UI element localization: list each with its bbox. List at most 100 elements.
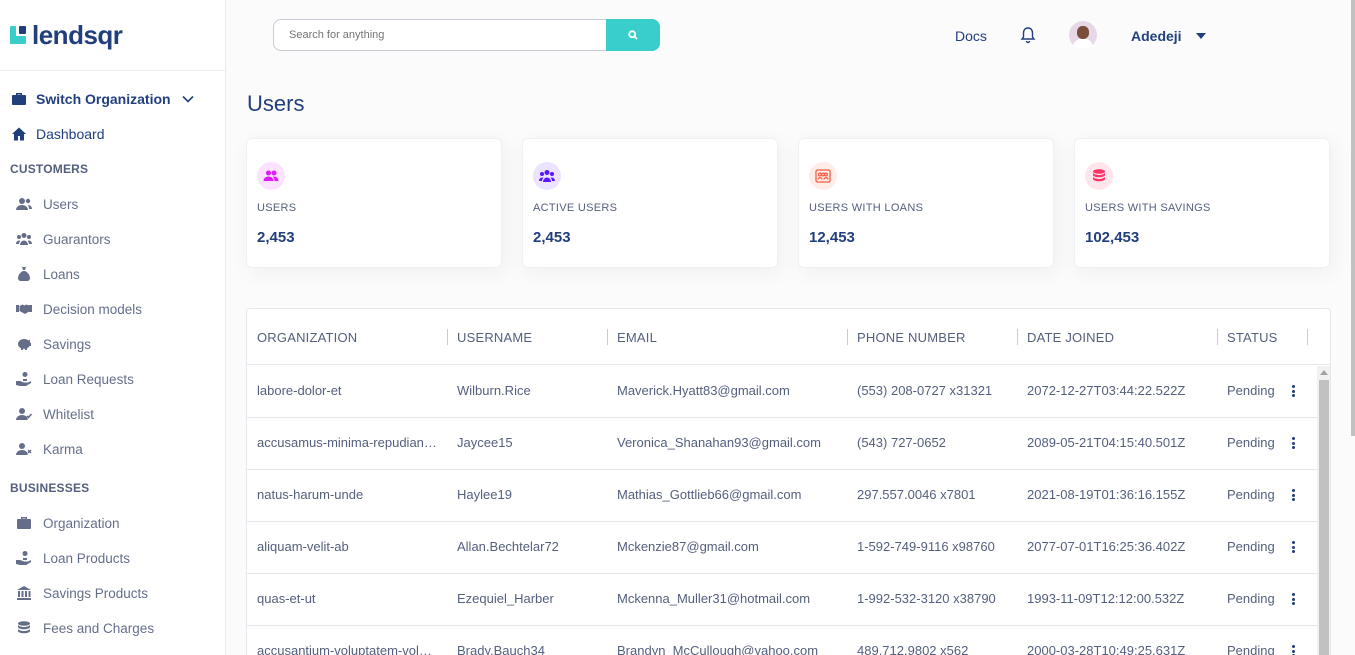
row-actions-kebab-icon[interactable]: [1287, 435, 1299, 451]
stat-value: 2,453: [257, 229, 295, 246]
user-menu-caret-icon[interactable]: [1196, 33, 1206, 39]
cell-username: Jaycee15: [457, 435, 513, 450]
piggy-bank-icon: [15, 335, 33, 353]
cell-phone-number: (543) 727-0652: [857, 435, 946, 450]
switch-organization-dropdown[interactable]: Switch Organization: [10, 90, 197, 108]
docs-link[interactable]: Docs: [955, 28, 987, 44]
cell-organization: accusantium-voluptatem-voluptas: [257, 643, 437, 655]
chevron-down-icon: [179, 90, 197, 108]
briefcase-icon: [15, 514, 33, 532]
stat-value: 102,453: [1085, 229, 1140, 246]
sidebar-item-loan-products[interactable]: Loan Products: [15, 549, 130, 567]
lendsqr-logo[interactable]: lendsqr: [10, 19, 123, 50]
column-header-phone-number[interactable]: PHONE NUMBER: [857, 330, 966, 345]
sidebar-item-label: Decision models: [43, 301, 143, 317]
sidebar-item-loans[interactable]: Loans: [15, 265, 80, 283]
scroll-up-arrow-icon[interactable]: [1320, 370, 1328, 375]
row-actions-kebab-icon[interactable]: [1287, 383, 1299, 399]
sidebar-item-label: Loans: [43, 266, 80, 282]
row-actions-kebab-icon[interactable]: [1287, 539, 1299, 555]
cell-date-joined: 2072-12-27T03:44:22.522Z: [1027, 383, 1186, 398]
sidebar-item-karma[interactable]: Karma: [15, 440, 83, 458]
stat-label: ACTIVE USERS: [533, 202, 618, 214]
user-name[interactable]: Adedeji: [1131, 28, 1182, 44]
column-divider: [1307, 329, 1308, 345]
sidebar: lendsqr Switch Organization Dashboard CU…: [0, 0, 226, 655]
page-title: Users: [247, 91, 305, 116]
section-title-customers: CUSTOMERS: [10, 162, 89, 176]
table-row[interactable]: accusamus-minima-repudiandae Jaycee15 Ve…: [247, 418, 1317, 470]
row-actions-kebab-icon[interactable]: [1287, 487, 1299, 503]
column-header-date-joined[interactable]: DATE JOINED: [1027, 330, 1114, 345]
sidebar-item-fees-and-charges[interactable]: Fees and Charges: [15, 619, 154, 637]
sidebar-item-savings-products[interactable]: Savings Products: [15, 584, 148, 602]
logo-text: lendsqr: [32, 19, 123, 50]
sidebar-item-users[interactable]: Users: [15, 195, 78, 213]
column-header-organization[interactable]: ORGANIZATION: [257, 330, 357, 345]
home-icon: [10, 125, 28, 143]
search-icon: [628, 30, 638, 40]
cell-organization: aliquam-velit-ab: [257, 539, 349, 554]
sidebar-item-decision-models[interactable]: Decision models: [15, 300, 142, 318]
search-button[interactable]: [606, 19, 660, 51]
stat-value: 2,453: [533, 229, 571, 246]
logo-mark-icon: [10, 26, 26, 44]
sidebar-item-savings[interactable]: Savings: [15, 335, 91, 353]
sidebar-item-organization[interactable]: Organization: [15, 514, 120, 532]
table-row[interactable]: natus-harum-unde Haylee19 Mathias_Gottli…: [247, 470, 1317, 522]
avatar[interactable]: [1069, 21, 1097, 49]
table-scrollbar-thumb[interactable]: [1319, 380, 1329, 655]
page-scrollbar[interactable]: [1351, 0, 1355, 436]
sidebar-item-label: Savings: [43, 336, 92, 352]
column-header-status[interactable]: STATUS: [1227, 330, 1278, 345]
sidebar-item-label: Fees and Charges: [43, 620, 155, 636]
cell-status: Pending: [1227, 591, 1275, 606]
notification-bell-icon[interactable]: [1020, 26, 1036, 44]
stat-card-users: USERS 2,453: [246, 138, 502, 268]
cell-organization: accusamus-minima-repudiandae: [257, 435, 437, 450]
bank-icon: [15, 584, 33, 602]
column-header-username[interactable]: USERNAME: [457, 330, 532, 345]
loan-request-icon: [15, 549, 33, 567]
sidebar-item-dashboard[interactable]: Dashboard: [10, 125, 105, 143]
sidebar-item-label: Users: [43, 196, 79, 212]
sidebar-item-loan-requests[interactable]: Loan Requests: [15, 370, 134, 388]
search-input[interactable]: [273, 19, 606, 51]
sidebar-item-guarantors[interactable]: Guarantors: [15, 230, 111, 248]
cell-email: Mckenna_Muller31@hotmail.com: [617, 591, 811, 606]
cell-username: Wilburn.Rice: [457, 383, 531, 398]
cell-organization: labore-dolor-et: [257, 383, 342, 398]
column-divider: [1217, 329, 1218, 345]
column-header-email[interactable]: EMAIL: [617, 330, 657, 345]
stat-card-active-users: ACTIVE USERS 2,453: [522, 138, 778, 268]
cell-email: Mathias_Gottlieb66@gmail.com: [617, 487, 802, 502]
table-row[interactable]: accusantium-voluptatem-voluptas Brady.Ba…: [247, 626, 1317, 655]
cell-status: Pending: [1227, 643, 1275, 655]
table-scrollbar[interactable]: [1317, 366, 1330, 655]
users-icon: [15, 195, 33, 213]
user-check-icon: [15, 405, 33, 423]
sidebar-item-label: Loan Requests: [43, 371, 134, 387]
stat-card-users-with-loans: USERS WITH LOANS 12,453: [798, 138, 1054, 268]
stat-label: USERS WITH SAVINGS: [1085, 202, 1211, 214]
cell-status: Pending: [1227, 539, 1275, 554]
guarantors-icon: [15, 230, 33, 248]
cell-phone-number: 1-592-749-9116 x98760: [857, 539, 995, 554]
column-divider: [847, 329, 848, 345]
table-row[interactable]: labore-dolor-et Wilburn.Rice Maverick.Hy…: [247, 366, 1317, 418]
search-bar: [273, 19, 660, 51]
sidebar-item-whitelist[interactable]: Whitelist: [15, 405, 94, 423]
cell-status: Pending: [1227, 435, 1275, 450]
cell-email: Veronica_Shanahan93@gmail.com: [617, 435, 821, 450]
table-row[interactable]: quas-et-ut Ezequiel_Harber Mckenna_Mulle…: [247, 574, 1317, 626]
coins-icon: [15, 619, 33, 637]
table-header: ORGANIZATION USERNAME EMAIL PHONE NUMBER…: [247, 309, 1330, 365]
table-row[interactable]: aliquam-velit-ab Allan.Bechtelar72 Mcken…: [247, 522, 1317, 574]
row-actions-kebab-icon[interactable]: [1287, 591, 1299, 607]
stat-label: USERS: [257, 202, 297, 214]
cell-username: Haylee19: [457, 487, 512, 502]
active-users-icon: [533, 162, 561, 190]
row-actions-kebab-icon[interactable]: [1287, 643, 1299, 655]
loans-users-icon: [809, 162, 837, 190]
switch-organization-label: Switch Organization: [36, 91, 171, 107]
